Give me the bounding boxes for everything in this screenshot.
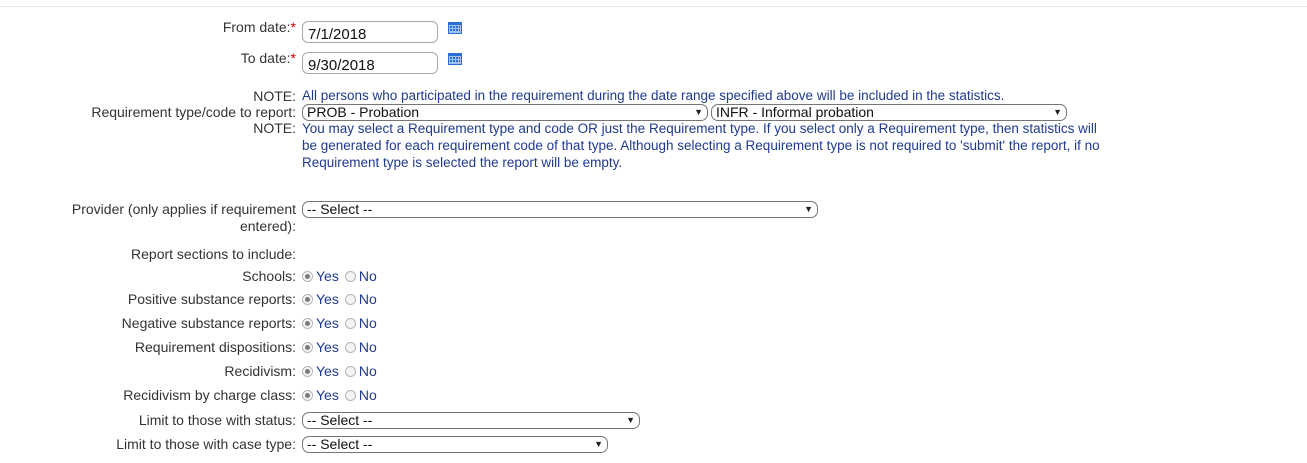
requirement-code-value: INFR - Informal probation xyxy=(716,104,874,120)
provider-label: Provider (only applies if requirement en… xyxy=(0,201,296,235)
radio-yes-label: Yes xyxy=(316,268,339,284)
provider-value: -- Select -- xyxy=(307,201,373,217)
radio-yes[interactable] xyxy=(302,293,313,305)
note-label: NOTE: xyxy=(253,88,296,104)
calendar-icon[interactable] xyxy=(448,22,462,34)
radio-yes-label: Yes xyxy=(316,387,339,403)
section-row-schools: Schools: Yes No xyxy=(0,268,383,288)
radio-no[interactable] xyxy=(344,270,356,282)
radio-no-label: No xyxy=(358,315,377,331)
case-type-label: Limit to those with case type: xyxy=(116,436,296,452)
status-label: Limit to those with status: xyxy=(138,412,296,428)
required-mark: * xyxy=(290,19,296,35)
note-text: You may select a Requirement type and co… xyxy=(302,120,1100,171)
radio-no-label: No xyxy=(358,268,377,284)
section-row-recidivism: Recidivism: Yes No xyxy=(0,363,383,383)
radio-yes[interactable] xyxy=(302,365,313,377)
chevron-down-icon: ▼ xyxy=(694,107,703,117)
top-divider xyxy=(0,6,1307,7)
note-line: Requirement type is selected the report … xyxy=(302,155,623,170)
section-label: Negative substance reports: xyxy=(121,315,296,331)
section-label: Recidivism by charge class: xyxy=(123,387,296,403)
radio-no-label: No xyxy=(358,291,377,307)
note-line: You may select a Requirement type and co… xyxy=(302,121,1097,136)
radio-no[interactable] xyxy=(344,389,356,401)
radio-yes-label: Yes xyxy=(316,363,339,379)
radio-yes[interactable] xyxy=(302,317,313,329)
to-date-label: To date:* xyxy=(240,50,296,66)
provider-label-line: Provider (only applies if requirement xyxy=(71,201,296,217)
radio-yes[interactable] xyxy=(302,389,313,401)
requirement-type-select[interactable]: PROB - Probation ▼ xyxy=(302,104,708,121)
chevron-down-icon: ▼ xyxy=(804,204,813,214)
note-label: NOTE: xyxy=(253,120,296,136)
chevron-down-icon: ▼ xyxy=(1053,107,1062,117)
radio-no[interactable] xyxy=(344,317,356,329)
case-type-value: -- Select -- xyxy=(307,436,373,452)
note-text: All persons who participated in the requ… xyxy=(302,88,1005,103)
requirement-label: Requirement type/code to report: xyxy=(91,104,296,120)
radio-no-label: No xyxy=(358,387,377,403)
section-row-negative-substance: Negative substance reports: Yes No xyxy=(0,315,383,335)
provider-label-line: entered): xyxy=(239,218,296,234)
report-sections-row: Report sections to include: xyxy=(0,246,296,266)
section-row-positive-substance: Positive substance reports: Yes No xyxy=(0,291,383,311)
note-row: NOTE: You may select a Requirement type … xyxy=(0,120,1100,172)
section-label: Schools: xyxy=(242,268,296,284)
to-date-input[interactable]: 9/30/2018 xyxy=(302,52,438,74)
provider-row: Provider (only applies if requirement en… xyxy=(0,201,818,235)
from-date-input[interactable]: 7/1/2018 xyxy=(302,21,438,43)
radio-yes[interactable] xyxy=(302,341,313,353)
to-date-row: To date:* 9/30/2018 xyxy=(0,50,462,74)
section-label: Recidivism: xyxy=(224,363,296,379)
from-date-label: From date:* xyxy=(222,19,296,35)
radio-no-label: No xyxy=(358,339,377,355)
case-type-select[interactable]: -- Select -- ▼ xyxy=(302,436,608,453)
section-row-recidivism-by-class: Recidivism by charge class: Yes No xyxy=(0,387,383,407)
report-sections-label: Report sections to include: xyxy=(131,246,296,262)
status-value: -- Select -- xyxy=(307,412,373,428)
radio-yes-label: Yes xyxy=(316,291,339,307)
section-label: Requirement dispositions: xyxy=(134,339,296,355)
radio-no[interactable] xyxy=(344,293,356,305)
from-date-row: From date:* 7/1/2018 xyxy=(0,19,462,43)
section-row-dispositions: Requirement dispositions: Yes No xyxy=(0,339,383,359)
calendar-icon[interactable] xyxy=(448,53,462,65)
radio-yes[interactable] xyxy=(302,270,313,282)
provider-select[interactable]: -- Select -- ▼ xyxy=(302,201,818,218)
case-type-row: Limit to those with case type: -- Select… xyxy=(0,436,608,456)
requirement-code-select[interactable]: INFR - Informal probation ▼ xyxy=(711,104,1067,121)
section-label: Positive substance reports: xyxy=(127,291,296,307)
requirement-type-value: PROB - Probation xyxy=(307,104,420,120)
radio-yes-label: Yes xyxy=(316,315,339,331)
radio-no-label: No xyxy=(358,363,377,379)
status-select[interactable]: -- Select -- ▼ xyxy=(302,412,640,429)
radio-yes-label: Yes xyxy=(316,339,339,355)
chevron-down-icon: ▼ xyxy=(626,415,635,425)
status-row: Limit to those with status: -- Select --… xyxy=(0,412,640,432)
radio-no[interactable] xyxy=(344,341,356,353)
required-mark: * xyxy=(290,50,296,66)
radio-no[interactable] xyxy=(344,365,356,377)
chevron-down-icon: ▼ xyxy=(594,439,603,449)
note-line: be generated for each requirement code o… xyxy=(302,138,1100,153)
